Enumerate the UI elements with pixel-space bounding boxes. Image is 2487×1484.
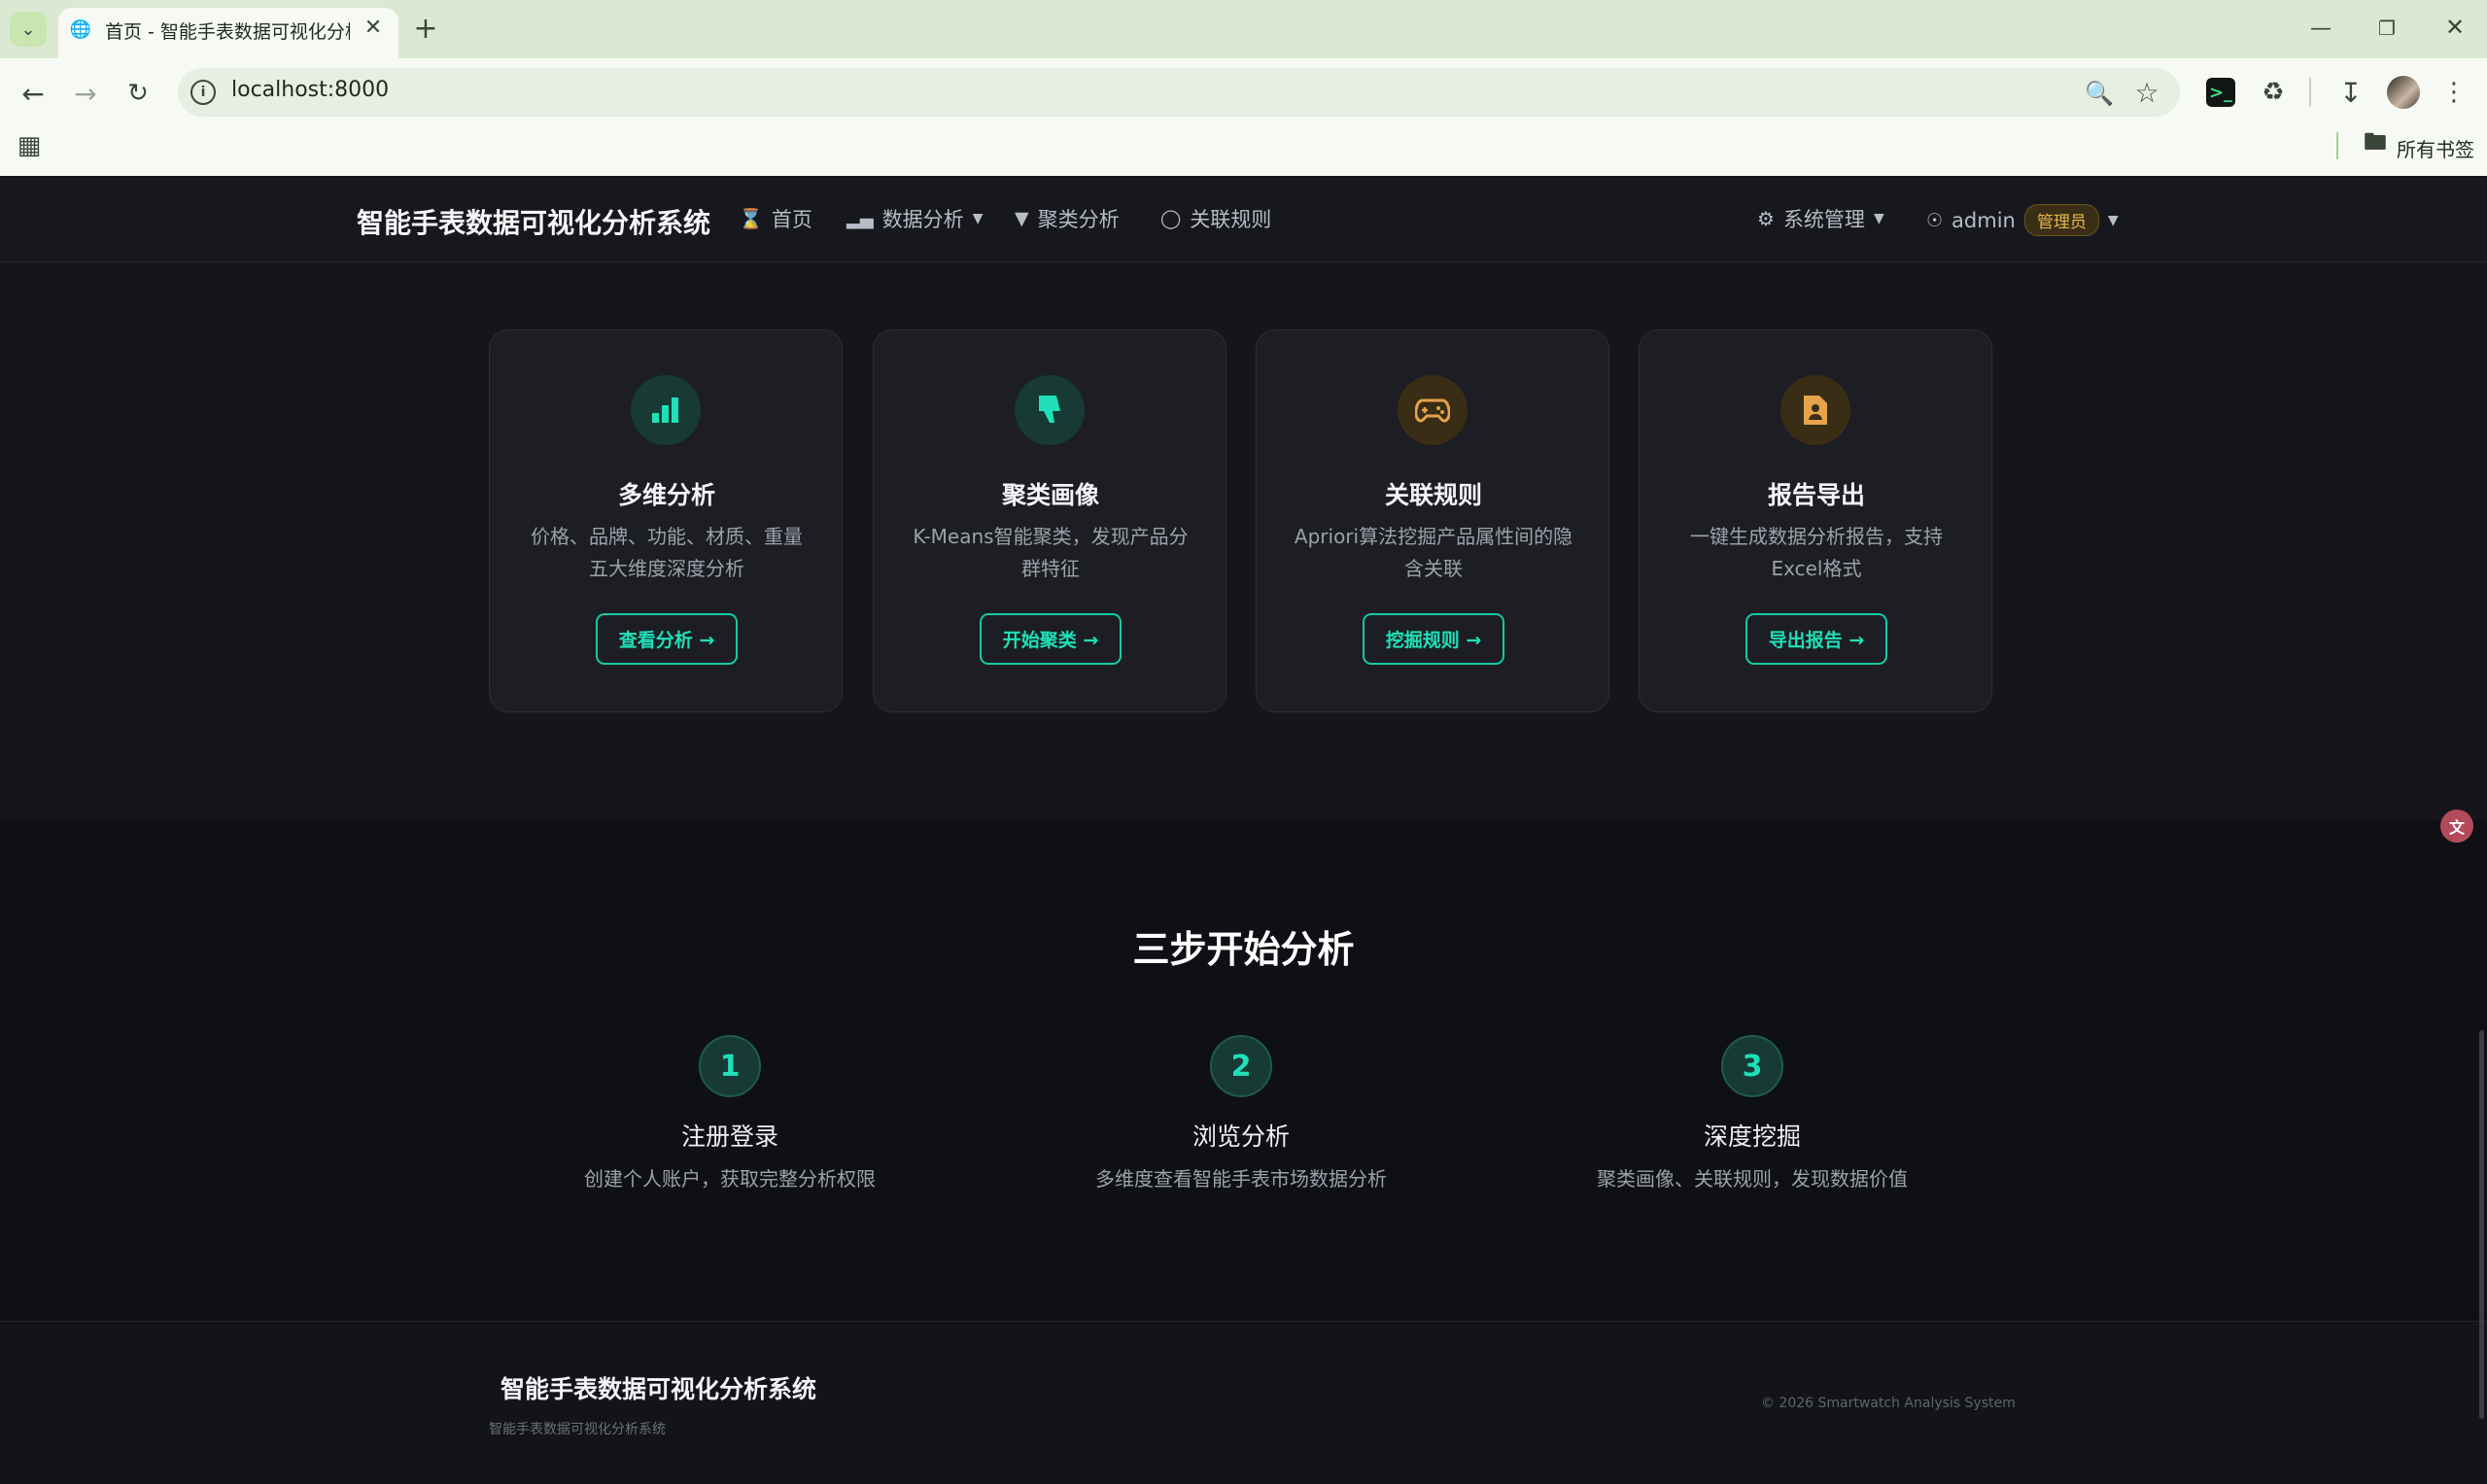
steps-heading: 三步开始分析 — [1132, 928, 1355, 971]
feature-title: 多维分析 — [617, 481, 715, 509]
feature-title: 关联规则 — [1384, 481, 1482, 509]
step-title: 浏览分析 — [1192, 1122, 1290, 1151]
url-text[interactable]: localhost:8000 — [231, 78, 389, 102]
window-close-icon[interactable]: ✕ — [2437, 12, 2472, 43]
nav-item-label: 首页 — [771, 208, 812, 231]
new-tab-button[interactable]: + — [410, 12, 441, 46]
thumbs-down-icon: ▼ — [1015, 208, 1029, 229]
chevron-down-icon: ▼ — [1873, 211, 1884, 226]
step-number: 3 — [1721, 1035, 1783, 1097]
feature-desc: K-Means智能聚类，发现产品分 群特征 — [913, 525, 1189, 580]
feature-desc: 价格、品牌、功能、材质、重量 五大维度深度分析 — [531, 525, 803, 580]
chevron-down-icon: ▼ — [972, 211, 984, 226]
gamepad-icon — [1398, 375, 1468, 445]
profile-avatar[interactable] — [2387, 76, 2420, 109]
step-number: 2 — [1210, 1035, 1272, 1097]
feature-card: 报告导出 一键生成数据分析报告，支持 Excel格式 导出报告 → — [1639, 329, 1992, 712]
restore-icon[interactable]: ❐ — [2369, 14, 2404, 43]
footer-title: 智能手表数据可视化分析系统 — [501, 1375, 817, 1403]
bookmark-star-icon[interactable]: ☆ — [2130, 76, 2163, 109]
back-icon[interactable]: ← — [16, 76, 51, 111]
address-bar[interactable] — [178, 68, 2180, 117]
reload-icon[interactable]: ↻ — [121, 76, 155, 111]
bar-chart-icon — [631, 375, 701, 445]
bar-chart-icon: ▂▄ — [846, 208, 874, 229]
export-report-button[interactable]: 导出报告 → — [1745, 613, 1887, 665]
nav-item-association[interactable]: ◯ 关联规则 — [1160, 204, 1271, 233]
tab-close-icon[interactable]: ✕ — [362, 16, 385, 40]
browser-menu-icon[interactable]: ⋮ — [2441, 76, 2467, 109]
tab-title: 首页 - 智能手表数据可视化分析 — [105, 21, 350, 43]
folder-icon: 🖿 — [2364, 127, 2387, 155]
bookmarks-folder[interactable]: 所有书签 — [2397, 134, 2474, 162]
system-menu-label: 系统管理 — [1782, 208, 1865, 231]
feature-desc: Apriori算法挖掘产品属性间的隐 含关联 — [1294, 525, 1573, 580]
globe-icon: 🌐 — [69, 18, 92, 40]
step-desc: 创建个人账户，获取完整分析权限 — [584, 1167, 876, 1191]
download-icon[interactable]: ↧ — [2334, 76, 2367, 109]
nav-item-cluster[interactable]: ▼ 聚类分析 — [1015, 204, 1120, 233]
file-user-icon — [1780, 375, 1850, 445]
extensions-icon[interactable]: ♻ — [2257, 76, 2290, 109]
step-number: 1 — [699, 1035, 761, 1097]
nav-item-data-analysis[interactable]: ▂▄ 数据分析 ▼ — [846, 204, 983, 233]
nav-item-label: 数据分析 — [881, 208, 964, 231]
tab-search-icon[interactable]: ⌄ — [10, 12, 47, 47]
view-analysis-button[interactable]: 查看分析 → — [596, 613, 738, 665]
gear-icon: ⚙ — [1757, 207, 1775, 230]
username: admin — [1952, 208, 2016, 232]
nav-item-label: 关联规则 — [1190, 208, 1272, 231]
feature-card: 聚类画像 K-Means智能聚类，发现产品分 群特征 开始聚类 → — [873, 329, 1226, 712]
thumbs-down-icon — [1015, 375, 1085, 445]
gamepad-icon: ◯ — [1160, 208, 1182, 229]
start-cluster-button[interactable]: 开始聚类 → — [980, 613, 1122, 665]
minimize-icon[interactable]: — — [2303, 14, 2338, 43]
step-title: 注册登录 — [680, 1122, 778, 1151]
page-scrollbar[interactable] — [2479, 1030, 2484, 1419]
role-badge: 管理员 — [2023, 204, 2099, 236]
brand-title[interactable]: 智能手表数据可视化分析系统 — [357, 202, 710, 241]
mine-rules-button[interactable]: 挖掘规则 → — [1363, 613, 1504, 665]
footer-copyright: © 2026 Smartwatch Analysis System — [1761, 1396, 2016, 1411]
nav-item-label: 聚类分析 — [1037, 208, 1120, 231]
feature-card: 多维分析 价格、品牌、功能、材质、重量 五大维度深度分析 查看分析 → — [489, 329, 843, 712]
chevron-down-icon: ▼ — [2107, 212, 2119, 228]
nav-item-home[interactable]: ⌛ 首页 — [739, 204, 812, 233]
user-menu[interactable]: ☉ admin 管理员 ▼ — [1926, 204, 2119, 236]
system-menu[interactable]: ⚙ 系统管理 ▼ — [1757, 204, 1884, 233]
step-title: 深度挖掘 — [1703, 1122, 1801, 1151]
site-info-icon[interactable]: i — [190, 80, 216, 105]
feature-title: 报告导出 — [1767, 481, 1865, 509]
feature-title: 聚类画像 — [1001, 481, 1099, 509]
bookmark-divider — [2336, 132, 2338, 159]
terminal-extension-icon[interactable]: >_ — [2206, 78, 2235, 107]
apps-grid-icon[interactable]: ▦ — [14, 130, 45, 161]
forward-icon[interactable]: → — [68, 76, 103, 111]
user-icon: ☉ — [1926, 209, 1944, 231]
zoom-icon[interactable]: 🔍 — [2084, 78, 2115, 109]
step-desc: 多维度查看智能手表市场数据分析 — [1095, 1167, 1387, 1191]
step-desc: 聚类画像、关联规则，发现数据价值 — [1597, 1167, 1908, 1191]
feature-card: 关联规则 Apriori算法挖掘产品属性间的隐 含关联 挖掘规则 → — [1256, 329, 1609, 712]
hourglass-icon: ⌛ — [739, 207, 763, 230]
translate-icon[interactable]: 文 — [2440, 810, 2473, 843]
feature-desc: 一键生成数据分析报告，支持 Excel格式 — [1690, 525, 1943, 580]
toolbar-divider — [2309, 78, 2311, 107]
footer — [0, 1321, 2487, 1484]
footer-subtitle: 智能手表数据可视化分析系统 — [489, 1422, 666, 1437]
